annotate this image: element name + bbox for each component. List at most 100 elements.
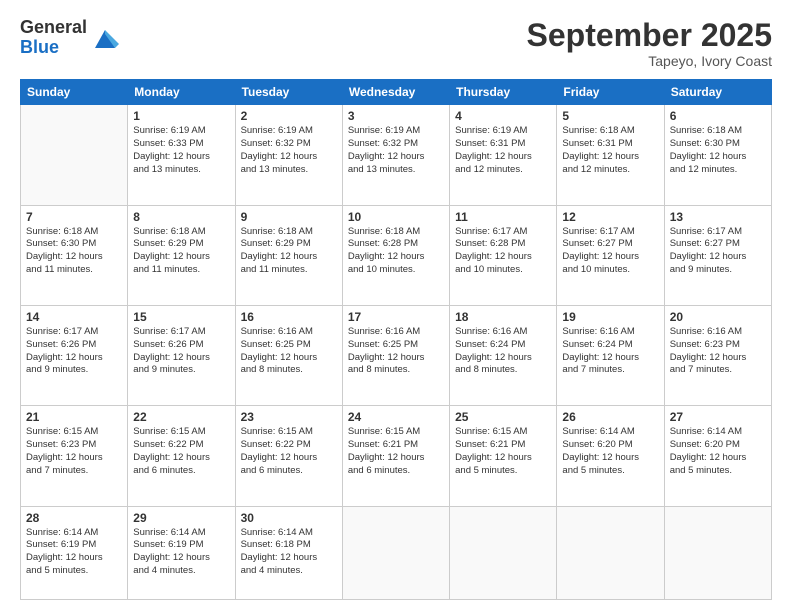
day-cell: 13 Sunrise: 6:17 AM Sunset: 6:27 PM Dayli… [664, 205, 771, 305]
day-info: Sunrise: 6:15 AM Sunset: 6:22 PM Dayligh… [133, 426, 229, 477]
day-info: Sunrise: 6:18 AM Sunset: 6:29 PM Dayligh… [133, 226, 229, 277]
day-cell: 12 Sunrise: 6:17 AM Sunset: 6:27 PM Dayli… [557, 205, 664, 305]
day-number: 28 [26, 511, 122, 525]
day-number: 23 [241, 410, 337, 424]
day-number: 27 [670, 410, 766, 424]
day-cell: 30 Sunrise: 6:14 AM Sunset: 6:18 PM Dayli… [235, 506, 342, 599]
day-info: Sunrise: 6:15 AM Sunset: 6:21 PM Dayligh… [455, 426, 551, 477]
day-info: Sunrise: 6:14 AM Sunset: 6:19 PM Dayligh… [26, 527, 122, 578]
week-row-1: 1 Sunrise: 6:19 AM Sunset: 6:33 PM Daylig… [21, 105, 772, 205]
logo: General Blue [20, 18, 119, 58]
day-number: 15 [133, 310, 229, 324]
day-number: 19 [562, 310, 658, 324]
day-cell: 22Sunrise: 6:15 AM Sunset: 6:22 PM Dayli… [128, 406, 235, 506]
day-info: Sunrise: 6:18 AM Sunset: 6:31 PM Dayligh… [562, 125, 658, 176]
logo-blue: Blue [20, 38, 87, 58]
calendar-body: 1 Sunrise: 6:19 AM Sunset: 6:33 PM Daylig… [21, 105, 772, 600]
day-info: Sunrise: 6:16 AM Sunset: 6:25 PM Dayligh… [348, 326, 444, 377]
day-cell [450, 506, 557, 599]
day-cell: 18 Sunrise: 6:16 AM Sunset: 6:24 PM Dayli… [450, 305, 557, 405]
day-number: 8 [133, 210, 229, 224]
day-number: 25 [455, 410, 551, 424]
day-cell: 8 Sunrise: 6:18 AM Sunset: 6:29 PM Daylig… [128, 205, 235, 305]
day-number: 12 [562, 210, 658, 224]
day-cell: 21 Sunrise: 6:15 AM Sunset: 6:23 PM Dayli… [21, 406, 128, 506]
day-cell: 11Sunrise: 6:17 AM Sunset: 6:28 PM Dayli… [450, 205, 557, 305]
day-number: 26 [562, 410, 658, 424]
day-cell: 15 Sunrise: 6:17 AM Sunset: 6:26 PM Dayli… [128, 305, 235, 405]
day-cell: 6Sunrise: 6:18 AM Sunset: 6:30 PM Daylig… [664, 105, 771, 205]
day-cell [557, 506, 664, 599]
day-number: 4 [455, 109, 551, 123]
week-row-2: 7 Sunrise: 6:18 AM Sunset: 6:30 PM Daylig… [21, 205, 772, 305]
logo-text: General Blue [20, 18, 87, 58]
day-cell: 29 Sunrise: 6:14 AM Sunset: 6:19 PM Dayli… [128, 506, 235, 599]
day-info: Sunrise: 6:14 AM Sunset: 6:20 PM Dayligh… [670, 426, 766, 477]
header-thursday: Thursday [450, 80, 557, 105]
day-number: 2 [241, 109, 337, 123]
day-cell: 23 Sunrise: 6:15 AM Sunset: 6:22 PM Dayli… [235, 406, 342, 506]
day-info: Sunrise: 6:18 AM Sunset: 6:28 PM Dayligh… [348, 226, 444, 277]
day-info: Sunrise: 6:16 AM Sunset: 6:24 PM Dayligh… [562, 326, 658, 377]
day-info: Sunrise: 6:19 AM Sunset: 6:32 PM Dayligh… [348, 125, 444, 176]
month-title: September 2025 [527, 18, 772, 53]
day-cell: 16Sunrise: 6:16 AM Sunset: 6:25 PM Dayli… [235, 305, 342, 405]
day-info: Sunrise: 6:14 AM Sunset: 6:20 PM Dayligh… [562, 426, 658, 477]
day-cell: 17Sunrise: 6:16 AM Sunset: 6:25 PM Dayli… [342, 305, 449, 405]
header-monday: Monday [128, 80, 235, 105]
day-number: 24 [348, 410, 444, 424]
day-cell: 24 Sunrise: 6:15 AM Sunset: 6:21 PM Dayli… [342, 406, 449, 506]
day-number: 29 [133, 511, 229, 525]
header-sunday: Sunday [21, 80, 128, 105]
day-cell: 26 Sunrise: 6:14 AM Sunset: 6:20 PM Dayli… [557, 406, 664, 506]
day-info: Sunrise: 6:17 AM Sunset: 6:26 PM Dayligh… [133, 326, 229, 377]
day-number: 16 [241, 310, 337, 324]
day-cell: 3 Sunrise: 6:19 AM Sunset: 6:32 PM Daylig… [342, 105, 449, 205]
day-cell: 20Sunrise: 6:16 AM Sunset: 6:23 PM Dayli… [664, 305, 771, 405]
subtitle: Tapeyo, Ivory Coast [527, 53, 772, 69]
day-cell: 7 Sunrise: 6:18 AM Sunset: 6:30 PM Daylig… [21, 205, 128, 305]
day-info: Sunrise: 6:14 AM Sunset: 6:19 PM Dayligh… [133, 527, 229, 578]
header-row: Sunday Monday Tuesday Wednesday Thursday… [21, 80, 772, 105]
day-number: 3 [348, 109, 444, 123]
day-cell [664, 506, 771, 599]
logo-icon [91, 24, 119, 52]
day-number: 9 [241, 210, 337, 224]
day-info: Sunrise: 6:19 AM Sunset: 6:33 PM Dayligh… [133, 125, 229, 176]
day-number: 13 [670, 210, 766, 224]
header-wednesday: Wednesday [342, 80, 449, 105]
day-number: 18 [455, 310, 551, 324]
day-number: 14 [26, 310, 122, 324]
day-info: Sunrise: 6:18 AM Sunset: 6:29 PM Dayligh… [241, 226, 337, 277]
day-info: Sunrise: 6:15 AM Sunset: 6:22 PM Dayligh… [241, 426, 337, 477]
day-cell: 1 Sunrise: 6:19 AM Sunset: 6:33 PM Daylig… [128, 105, 235, 205]
day-info: Sunrise: 6:17 AM Sunset: 6:27 PM Dayligh… [670, 226, 766, 277]
day-number: 10 [348, 210, 444, 224]
calendar-header: Sunday Monday Tuesday Wednesday Thursday… [21, 80, 772, 105]
day-info: Sunrise: 6:17 AM Sunset: 6:28 PM Dayligh… [455, 226, 551, 277]
day-info: Sunrise: 6:16 AM Sunset: 6:23 PM Dayligh… [670, 326, 766, 377]
week-row-3: 14 Sunrise: 6:17 AM Sunset: 6:26 PM Dayli… [21, 305, 772, 405]
day-number: 30 [241, 511, 337, 525]
day-number: 7 [26, 210, 122, 224]
day-cell: 2 Sunrise: 6:19 AM Sunset: 6:32 PM Daylig… [235, 105, 342, 205]
day-info: Sunrise: 6:18 AM Sunset: 6:30 PM Dayligh… [670, 125, 766, 176]
day-cell [21, 105, 128, 205]
day-cell: 4 Sunrise: 6:19 AM Sunset: 6:31 PM Daylig… [450, 105, 557, 205]
day-cell: 28 Sunrise: 6:14 AM Sunset: 6:19 PM Dayli… [21, 506, 128, 599]
day-info: Sunrise: 6:16 AM Sunset: 6:24 PM Dayligh… [455, 326, 551, 377]
day-info: Sunrise: 6:15 AM Sunset: 6:21 PM Dayligh… [348, 426, 444, 477]
header: General Blue September 2025 Tapeyo, Ivor… [20, 18, 772, 69]
day-info: Sunrise: 6:19 AM Sunset: 6:32 PM Dayligh… [241, 125, 337, 176]
day-number: 1 [133, 109, 229, 123]
day-cell: 19 Sunrise: 6:16 AM Sunset: 6:24 PM Dayli… [557, 305, 664, 405]
day-number: 21 [26, 410, 122, 424]
day-info: Sunrise: 6:14 AM Sunset: 6:18 PM Dayligh… [241, 527, 337, 578]
day-info: Sunrise: 6:18 AM Sunset: 6:30 PM Dayligh… [26, 226, 122, 277]
day-info: Sunrise: 6:19 AM Sunset: 6:31 PM Dayligh… [455, 125, 551, 176]
day-number: 5 [562, 109, 658, 123]
day-info: Sunrise: 6:17 AM Sunset: 6:27 PM Dayligh… [562, 226, 658, 277]
day-info: Sunrise: 6:15 AM Sunset: 6:23 PM Dayligh… [26, 426, 122, 477]
day-cell [342, 506, 449, 599]
day-cell: 10 Sunrise: 6:18 AM Sunset: 6:28 PM Dayli… [342, 205, 449, 305]
